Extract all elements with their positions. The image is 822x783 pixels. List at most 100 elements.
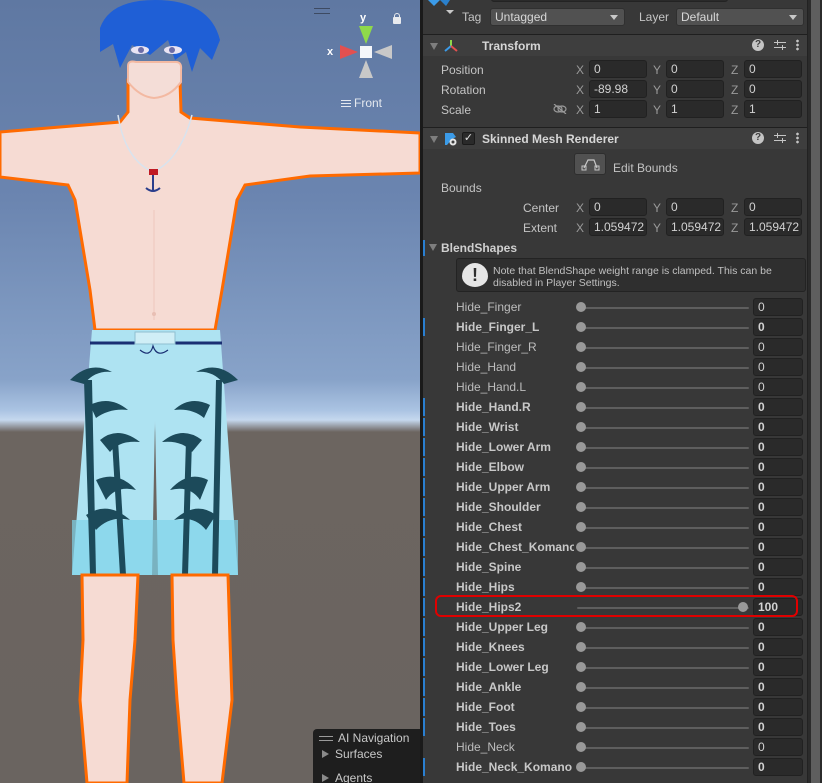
blendshape-slider-track[interactable] xyxy=(577,307,749,309)
help-icon[interactable]: ? xyxy=(752,39,764,51)
scale-x-field[interactable]: 1 xyxy=(589,100,647,118)
blendshape-slider-track[interactable] xyxy=(577,647,749,649)
blendshape-slider-handle[interactable] xyxy=(576,402,586,412)
blendshape-slider-track[interactable] xyxy=(577,407,749,409)
inspector-scrollbar[interactable] xyxy=(807,0,822,783)
extent-z-field[interactable]: 1.059472 xyxy=(744,218,802,236)
component-enabled-checkbox[interactable]: ✓ xyxy=(462,132,475,145)
blendshape-slider-track[interactable] xyxy=(577,427,749,429)
more-options-icon[interactable] xyxy=(796,132,799,144)
blendshape-value-field[interactable]: 0 xyxy=(753,518,803,536)
blendshape-value-field[interactable]: 0 xyxy=(753,738,803,756)
blendshape-value-field[interactable]: 0 xyxy=(753,538,803,556)
foldout-icon[interactable] xyxy=(430,43,438,50)
foldout-icon[interactable] xyxy=(429,244,437,251)
center-y-field[interactable]: 0 xyxy=(666,198,724,216)
blendshape-slider-handle[interactable] xyxy=(576,342,586,352)
blendshape-slider-track[interactable] xyxy=(577,767,749,769)
blendshape-slider-handle[interactable] xyxy=(576,382,586,392)
blendshape-slider-track[interactable] xyxy=(577,327,749,329)
name-field[interactable] xyxy=(491,0,728,2)
blendshape-value-field[interactable]: 0 xyxy=(753,638,803,656)
presets-icon[interactable] xyxy=(774,40,786,50)
blendshape-value-field[interactable]: 0 xyxy=(753,418,803,436)
transform-header[interactable]: Transform ? xyxy=(423,34,807,56)
center-x-field[interactable]: 0 xyxy=(589,198,647,216)
ai-navigation-overlay[interactable]: AI Navigation Surfaces Agents xyxy=(313,729,420,783)
blendshape-slider-handle[interactable] xyxy=(576,582,586,592)
overlay-item-surfaces[interactable]: Surfaces xyxy=(322,745,420,763)
gizmo-menu-icon[interactable] xyxy=(314,8,330,14)
blendshape-slider-handle[interactable] xyxy=(576,662,586,672)
rotation-y-field[interactable]: 0 xyxy=(666,80,724,98)
blendshape-slider-handle[interactable] xyxy=(576,722,586,732)
overlay-title[interactable]: AI Navigation xyxy=(319,731,420,745)
blendshape-slider-track[interactable] xyxy=(577,527,749,529)
blendshape-slider-track[interactable] xyxy=(577,387,749,389)
help-icon[interactable]: ? xyxy=(752,132,764,144)
scene-view[interactable]: y x Front AI Navigation Surfaces Agents xyxy=(0,0,420,783)
blendshape-slider-handle[interactable] xyxy=(576,362,586,372)
blendshape-slider-handle[interactable] xyxy=(576,462,586,472)
blendshape-slider-handle[interactable] xyxy=(576,642,586,652)
scale-y-field[interactable]: 1 xyxy=(666,100,724,118)
scrollbar-thumb[interactable] xyxy=(811,0,820,783)
blendshape-slider-handle[interactable] xyxy=(576,682,586,692)
blendshape-slider-handle[interactable] xyxy=(576,502,586,512)
blendshape-slider-track[interactable] xyxy=(577,587,749,589)
skinned-mesh-renderer-header[interactable]: ✓ Skinned Mesh Renderer ? xyxy=(423,127,807,149)
orientation-gizmo[interactable] xyxy=(336,26,396,86)
blendshape-slider-track[interactable] xyxy=(577,667,749,669)
blendshape-slider-track[interactable] xyxy=(577,487,749,489)
blendshape-value-field[interactable]: 0 xyxy=(753,498,803,516)
blendshape-slider-handle[interactable] xyxy=(576,622,586,632)
blendshape-value-field[interactable]: 0 xyxy=(753,338,803,356)
blendshape-slider-track[interactable] xyxy=(577,747,749,749)
scale-z-field[interactable]: 1 xyxy=(744,100,802,118)
blendshape-value-field[interactable]: 0 xyxy=(753,358,803,376)
blendshape-slider-track[interactable] xyxy=(577,467,749,469)
blendshape-value-field[interactable]: 0 xyxy=(753,678,803,696)
more-options-icon[interactable] xyxy=(796,39,799,51)
blendshape-slider-handle[interactable] xyxy=(576,562,586,572)
blendshape-slider-track[interactable] xyxy=(577,627,749,629)
tag-dropdown[interactable]: Untagged xyxy=(490,8,625,26)
extent-x-field[interactable]: 1.059472 xyxy=(589,218,647,236)
blendshape-slider-track[interactable] xyxy=(577,447,749,449)
blendshape-value-field[interactable]: 0 xyxy=(753,578,803,596)
blendshape-value-field[interactable]: 0 xyxy=(753,618,803,636)
blendshape-slider-handle[interactable] xyxy=(576,322,586,332)
rotation-z-field[interactable]: 0 xyxy=(744,80,802,98)
blendshape-slider-handle[interactable] xyxy=(576,482,586,492)
blendshape-slider-handle[interactable] xyxy=(576,442,586,452)
position-x-field[interactable]: 0 xyxy=(589,60,647,78)
edit-bounds-button[interactable] xyxy=(574,153,606,175)
blendshape-value-field[interactable]: 0 xyxy=(753,398,803,416)
blendshape-slider-track[interactable] xyxy=(577,567,749,569)
blendshape-value-field[interactable]: 0 xyxy=(753,658,803,676)
blendshape-slider-handle[interactable] xyxy=(576,542,586,552)
blendshape-slider-track[interactable] xyxy=(577,687,749,689)
blendshape-value-field[interactable]: 0 xyxy=(753,298,803,316)
blendshape-value-field[interactable]: 0 xyxy=(753,558,803,576)
blendshape-value-field[interactable]: 0 xyxy=(753,318,803,336)
rotation-x-field[interactable]: -89.98 xyxy=(589,80,647,98)
blendshape-slider-track[interactable] xyxy=(577,367,749,369)
overlay-item-agents[interactable]: Agents xyxy=(322,769,420,783)
presets-icon[interactable] xyxy=(774,133,786,143)
foldout-icon[interactable] xyxy=(430,136,438,143)
blendshape-slider-track[interactable] xyxy=(577,347,749,349)
blendshape-value-field[interactable]: 0 xyxy=(753,438,803,456)
blendshape-value-field[interactable]: 0 xyxy=(753,698,803,716)
blendshape-slider-handle[interactable] xyxy=(576,522,586,532)
blendshape-slider-handle[interactable] xyxy=(576,422,586,432)
blendshape-slider-track[interactable] xyxy=(577,707,749,709)
blendshape-slider-handle[interactable] xyxy=(576,302,586,312)
extent-y-field[interactable]: 1.059472 xyxy=(666,218,724,236)
blendshape-slider-track[interactable] xyxy=(577,547,749,549)
center-z-field[interactable]: 0 xyxy=(744,198,802,216)
blendshape-slider-track[interactable] xyxy=(577,507,749,509)
constrain-proportions-icon[interactable] xyxy=(553,104,567,114)
view-orientation-button[interactable]: Front xyxy=(341,96,382,110)
blendshapes-foldout-label[interactable]: BlendShapes xyxy=(441,241,517,255)
